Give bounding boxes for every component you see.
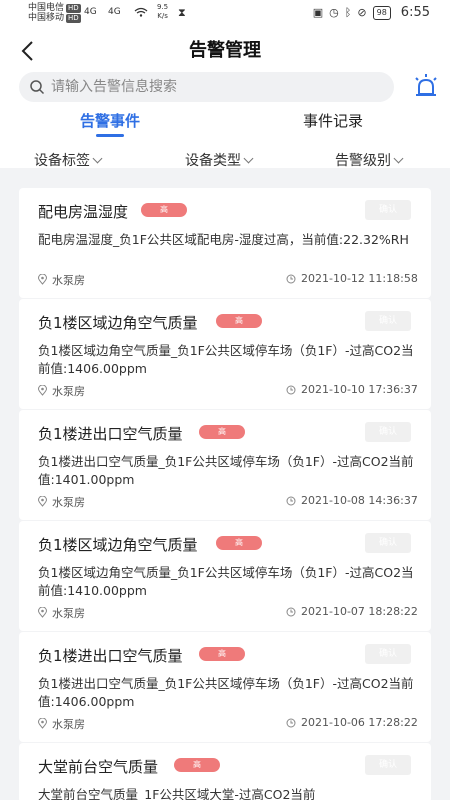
level-badge: 高 <box>174 758 220 772</box>
alert-description: 负1楼进出口空气质量_负1F公共区域停车场（负1F）-过高CO2当前值:1401… <box>38 454 414 487</box>
alert-time: 2021-10-06 17:28:22 <box>301 716 418 729</box>
hd-badge-2: HD <box>66 14 81 23</box>
confirm-button[interactable]: 确认 <box>365 533 411 553</box>
alarm-clock-icon: ◷ <box>329 6 339 19</box>
alert-location: 水泵房 <box>52 718 85 731</box>
confirm-button[interactable]: 确认 <box>365 644 411 664</box>
level-badge: 高 <box>199 425 245 439</box>
alert-title: 负1楼区域边角空气质量 <box>38 536 198 554</box>
alert-time: 2021-10-07 18:28:22 <box>301 605 418 618</box>
active-tab-indicator <box>96 134 124 137</box>
alert-location: 水泵房 <box>52 274 85 287</box>
hd-badge-1: HD <box>66 4 81 13</box>
filter-alert-level[interactable]: 告警级别 <box>335 150 404 170</box>
clock-icon <box>286 718 296 728</box>
wifi-icon <box>134 7 148 20</box>
alarm-siren-icon[interactable] <box>412 72 440 100</box>
alert-location: 水泵房 <box>52 607 85 620</box>
signal-4g-1: 4G <box>84 7 97 17</box>
carrier-1: 中国电信 <box>28 3 65 13</box>
chevron-down-icon <box>243 153 254 164</box>
carrier-info: 中国电信 HD 中国移动 HD <box>28 3 81 23</box>
location-pin-icon <box>38 274 47 285</box>
alert-time: 2021-10-08 14:36:37 <box>301 494 418 507</box>
alert-location: 水泵房 <box>52 496 85 509</box>
hourglass-icon: ⧗ <box>178 6 186 19</box>
header: 告警管理 告警事件 事件记录 设备标签 设备类型 告警级别 <box>0 28 450 170</box>
battery-icon: 98 <box>372 5 391 20</box>
search-icon <box>30 80 45 95</box>
level-badge: 高 <box>216 536 262 550</box>
filter-device-type[interactable]: 设备类型 <box>185 150 254 170</box>
alert-list: 配电房温湿度 高 确认 配电房温湿度_负1F公共区域配电房-湿度过高，当前值:2… <box>19 188 431 800</box>
alert-card[interactable]: 负1楼进出口空气质量 高 确认 负1楼进出口空气质量_负1F公共区域停车场（负1… <box>19 632 431 742</box>
signal-4g-2: 4G <box>108 7 121 17</box>
bluetooth-icon: ᛒ <box>344 6 352 19</box>
alert-title: 大堂前台空气质量 <box>38 758 159 776</box>
alert-card[interactable]: 配电房温湿度 高 确认 配电房温湿度_负1F公共区域配电房-湿度过高，当前值:2… <box>19 188 431 298</box>
nfc-icon: ▣ <box>312 6 324 19</box>
alert-location: 水泵房 <box>52 385 85 398</box>
confirm-button[interactable]: 确认 <box>365 755 411 775</box>
tab-alert-events[interactable]: 告警事件 <box>80 110 140 131</box>
mute-icon: ⊘ <box>357 6 367 19</box>
alert-time: 2021-10-12 11:18:58 <box>301 272 418 285</box>
alert-title: 负1楼进出口空气质量 <box>38 647 183 665</box>
alert-title: 负1楼进出口空气质量 <box>38 425 183 443</box>
level-badge: 高 <box>141 203 187 217</box>
alert-time: 2021-10-10 17:36:37 <box>301 383 418 396</box>
alert-card[interactable]: 负1楼区域边角空气质量 高 确认 负1楼区域边角空气质量_负1F公共区域停车场（… <box>19 299 431 409</box>
alert-card[interactable]: 负1楼区域边角空气质量 高 确认 负1楼区域边角空气质量_负1F公共区域停车场（… <box>19 521 431 631</box>
carrier-2: 中国移动 <box>28 13 65 23</box>
network-speed: 9.5 K/s <box>157 3 168 21</box>
clock-icon <box>286 607 296 617</box>
location-pin-icon <box>38 385 47 396</box>
level-badge: 高 <box>216 314 262 328</box>
search-box[interactable] <box>19 72 394 102</box>
status-bar: 中国电信 HD 中国移动 HD 4G 4G 9.5 K/s ⧗ ▣ ◷ ᛒ ⊘ 98… <box>0 0 450 28</box>
search-input[interactable] <box>51 72 381 102</box>
level-badge: 高 <box>199 647 245 661</box>
clock-icon <box>286 274 296 284</box>
filter-device-tag[interactable]: 设备标签 <box>34 150 103 170</box>
chevron-down-icon <box>393 153 404 164</box>
filter-label: 设备标签 <box>34 153 90 169</box>
alert-description: 负1楼区域边角空气质量_负1F公共区域停车场（负1F）-过高CO2当前值:140… <box>38 343 414 376</box>
speed-value: 9.5 <box>157 3 169 11</box>
filter-label: 设备类型 <box>185 153 241 169</box>
status-right: ▣ ◷ ᛒ ⊘ 98 6:55 <box>313 5 430 20</box>
alert-title: 配电房温湿度 <box>38 203 129 221</box>
confirm-button[interactable]: 确认 <box>365 200 411 220</box>
speed-unit: K/s <box>157 12 168 20</box>
confirm-button[interactable]: 确认 <box>365 311 411 331</box>
alert-card[interactable]: 负1楼进出口空气质量 高 确认 负1楼进出口空气质量_负1F公共区域停车场（负1… <box>19 410 431 520</box>
alert-description: 负1楼进出口空气质量_负1F公共区域停车场（负1F）-过高CO2当前值:1406… <box>38 676 414 709</box>
location-pin-icon <box>38 607 47 618</box>
clock-icon <box>286 496 296 506</box>
filter-label: 告警级别 <box>335 153 391 169</box>
tab-event-records[interactable]: 事件记录 <box>303 110 363 131</box>
clock-icon <box>286 385 296 395</box>
alert-title: 负1楼区域边角空气质量 <box>38 314 198 332</box>
location-pin-icon <box>38 718 47 729</box>
confirm-button[interactable]: 确认 <box>365 422 411 442</box>
alert-card[interactable]: 大堂前台空气质量 高 确认 大堂前台空气质量_1F公共区域大堂-过高CO2当前 <box>19 743 431 800</box>
alert-description: 配电房温湿度_负1F公共区域配电房-湿度过高，当前值:22.32%RH <box>38 232 409 247</box>
location-pin-icon <box>38 496 47 507</box>
alert-description: 负1楼区域边角空气质量_负1F公共区域停车场（负1F）-过高CO2当前值:141… <box>38 565 414 598</box>
chevron-down-icon <box>92 153 103 164</box>
alert-description: 大堂前台空气质量_1F公共区域大堂-过高CO2当前 <box>38 787 316 800</box>
clock-time: 6:55 <box>400 5 430 20</box>
page-title: 告警管理 <box>189 40 261 61</box>
